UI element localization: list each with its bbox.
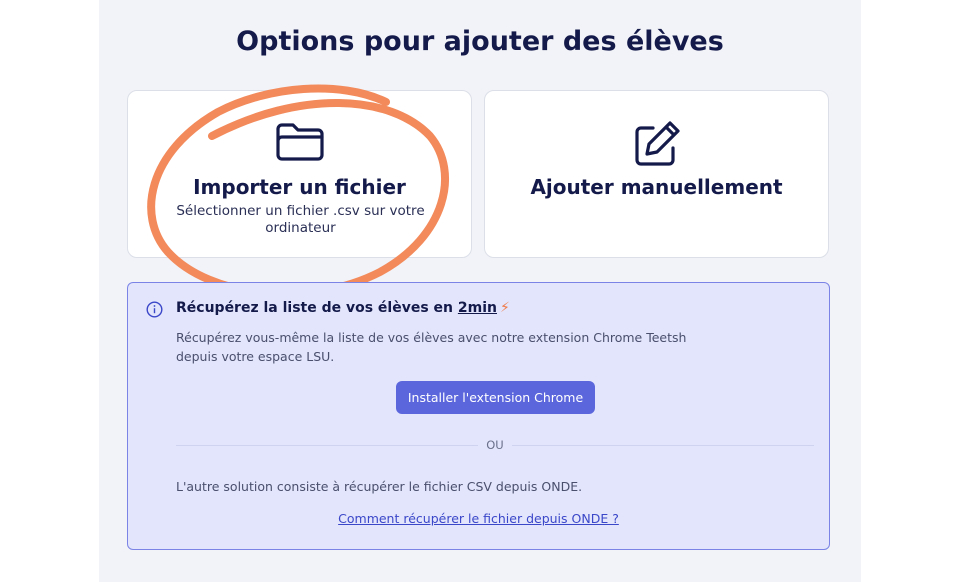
alternative-text: L'autre solution consiste à récupérer le…: [176, 479, 583, 494]
add-manually-card[interactable]: Ajouter manuellement: [484, 90, 829, 258]
install-chrome-extension-button[interactable]: Installer l'extension Chrome: [396, 381, 595, 414]
import-file-card[interactable]: Importer un fichier Sélectionner un fich…: [127, 90, 472, 258]
import-file-subtitle: Sélectionner un fichier .csv sur votre o…: [176, 203, 425, 236]
info-title: Récupérez la liste de vos élèves en 2min…: [176, 300, 510, 316]
import-file-title: Importer un fichier: [193, 175, 406, 199]
divider-left: [176, 445, 478, 446]
bolt-icon: ⚡: [500, 300, 510, 316]
page-title: Options pour ajouter des élèves: [236, 26, 724, 57]
add-manually-title: Ajouter manuellement: [530, 175, 783, 199]
onde-help-link[interactable]: Comment récupérer le fichier depuis ONDE…: [128, 511, 829, 526]
info-title-text: Récupérez la liste de vos élèves en: [176, 300, 458, 316]
info-title-highlight: 2min: [457, 300, 497, 316]
divider-right: [512, 445, 814, 446]
chrome-extension-info-box: Récupérez la liste de vos élèves en 2min…: [127, 282, 830, 550]
info-description: Récupérez vous-même la liste de vos élèv…: [176, 330, 687, 364]
folder-icon: [275, 123, 324, 161]
info-icon: [146, 301, 163, 318]
edit-icon: [634, 121, 680, 166]
